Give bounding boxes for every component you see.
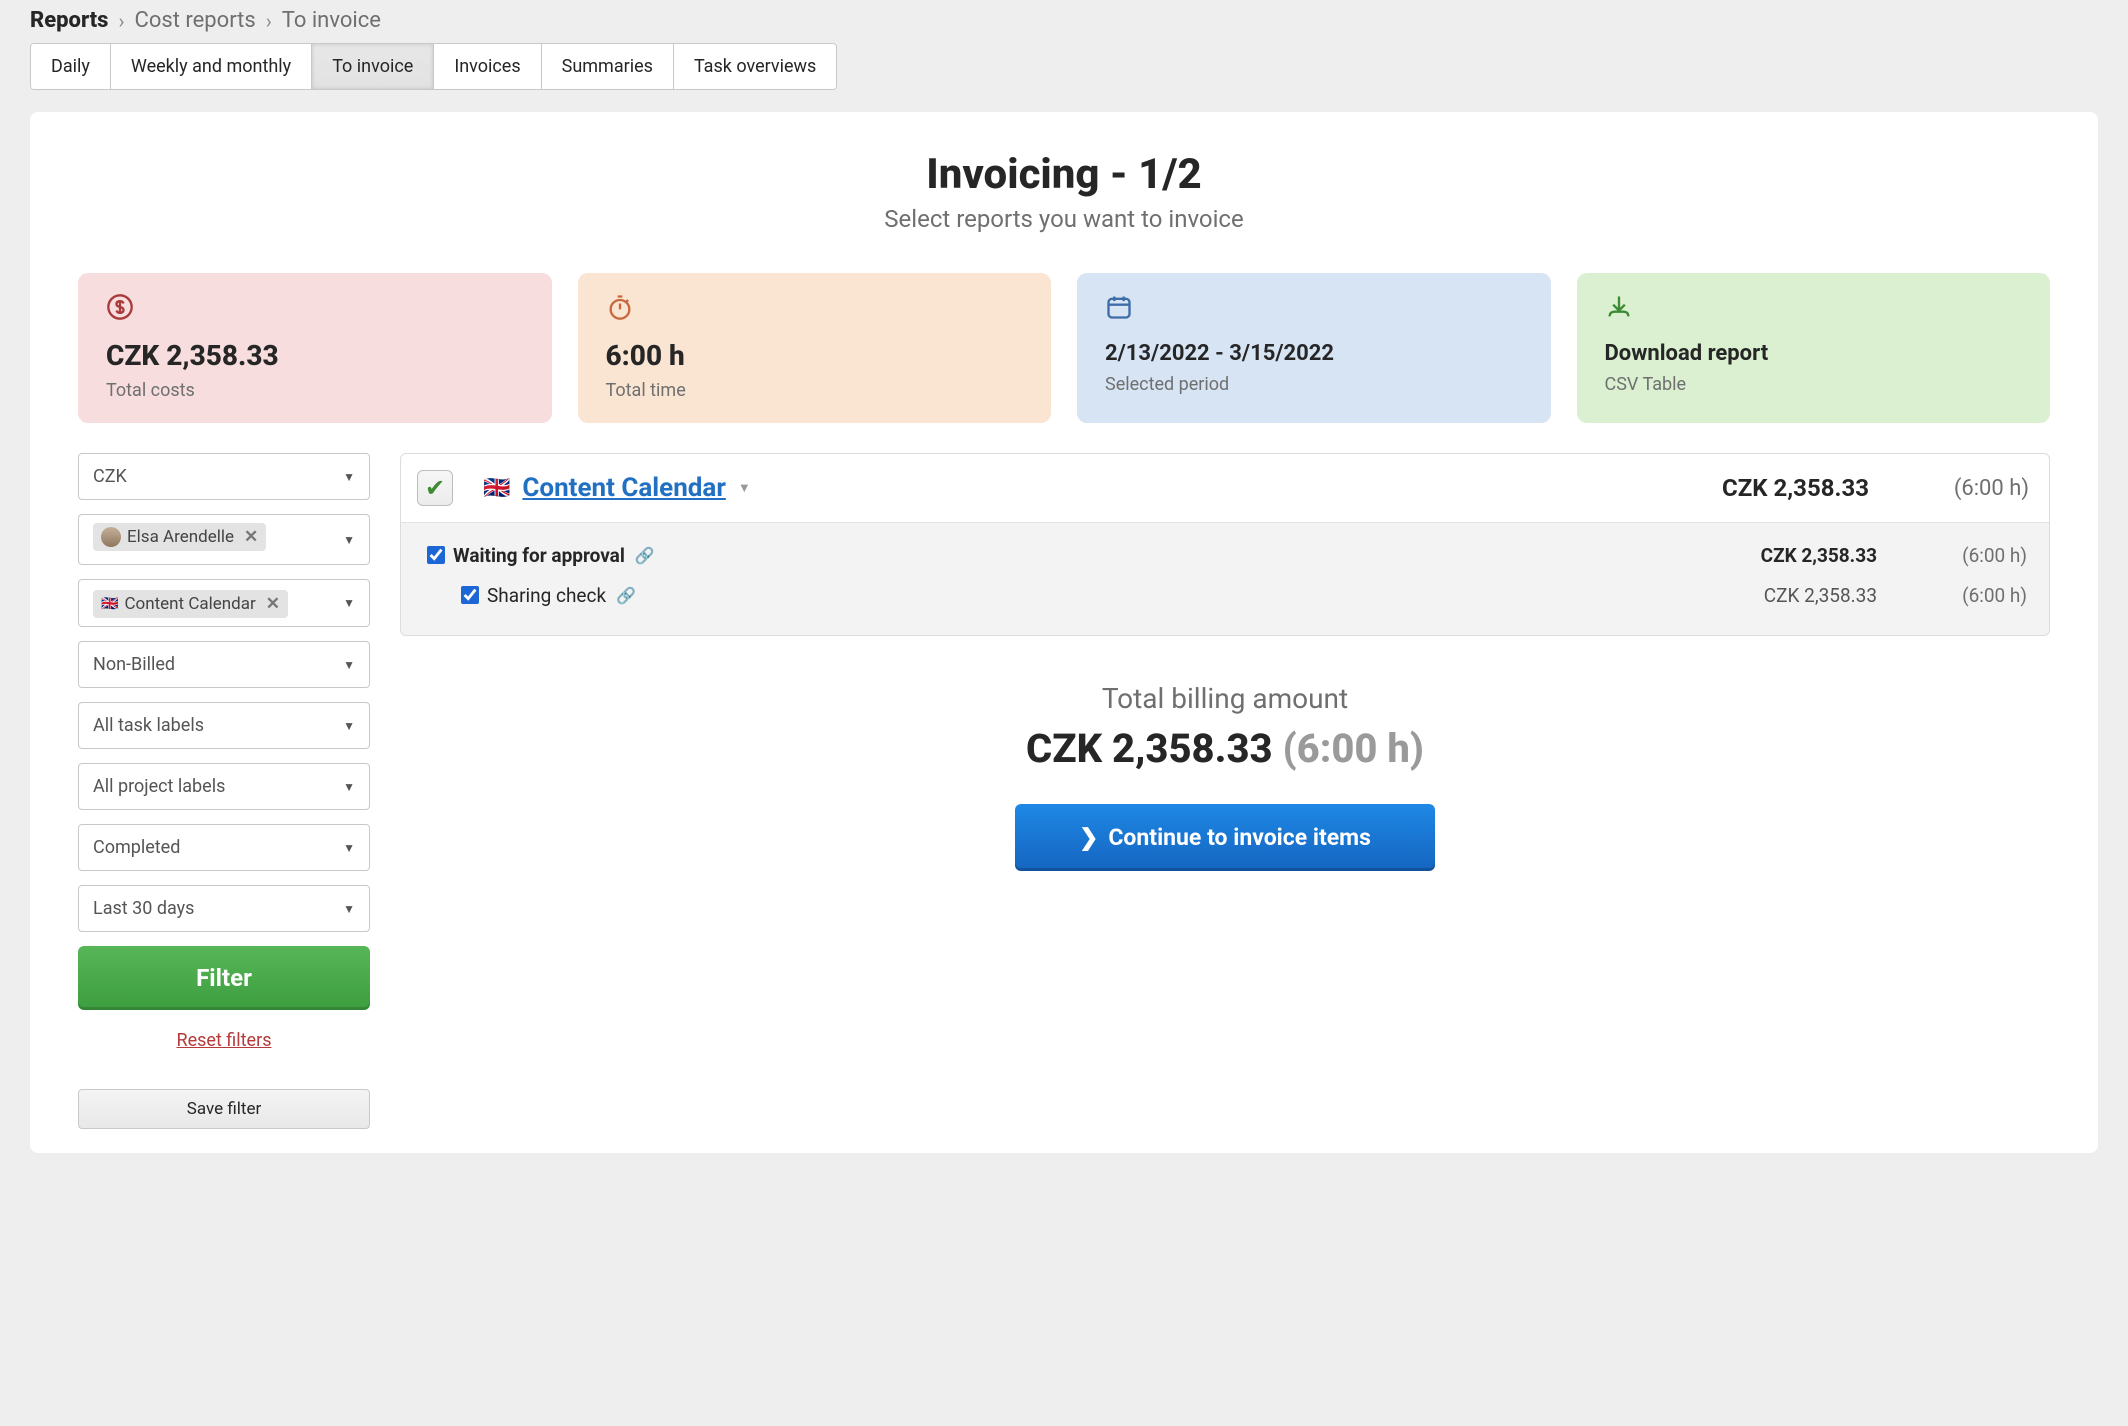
stopwatch-icon [606, 293, 1024, 325]
card-total-costs: CZK 2,358.33 Total costs [78, 273, 552, 423]
person-chip-label: Elsa Arendelle [127, 527, 234, 547]
chevron-down-icon: ▼ [343, 780, 355, 794]
task-time: (6:00 h) [1877, 544, 2027, 567]
tab-weekly-monthly[interactable]: Weekly and monthly [111, 44, 312, 89]
task-row: Sharing check 🔗 CZK 2,358.33 (6:00 h) [423, 575, 2027, 615]
breadcrumb-root[interactable]: Reports [30, 8, 108, 33]
chevron-down-icon: ▼ [343, 719, 355, 733]
tab-task-overviews[interactable]: Task overviews [674, 44, 836, 89]
page-title: Invoicing - 1/2 [78, 150, 2050, 199]
total-costs-label: Total costs [106, 380, 524, 401]
selected-period-value: 2/13/2022 - 3/15/2022 [1105, 341, 1523, 366]
chevron-down-icon[interactable]: ▼ [738, 480, 751, 496]
chevron-down-icon: ▼ [343, 596, 355, 610]
billed-value: Non-Billed [93, 654, 175, 675]
continue-button[interactable]: ❯ Continue to invoice items [1015, 804, 1435, 871]
tab-daily[interactable]: Daily [31, 44, 111, 89]
task-amount: CZK 2,358.33 [1711, 584, 1877, 607]
remove-chip-icon[interactable]: ✕ [240, 527, 258, 547]
chevron-down-icon: ▼ [343, 533, 355, 547]
project-time: (6:00 h) [1879, 476, 2029, 501]
download-report-sub: CSV Table [1605, 374, 2023, 395]
total-time-label: Total time [606, 380, 1024, 401]
total-label: Total billing amount [400, 682, 2050, 715]
status-select[interactable]: Completed ▼ [78, 824, 370, 871]
breadcrumb-last: To invoice [282, 8, 381, 33]
chevron-down-icon: ▼ [343, 902, 355, 916]
page-subtitle: Select reports you want to invoice [78, 205, 2050, 233]
project-link[interactable]: Content Calendar [522, 473, 725, 503]
download-report-title: Download report [1605, 341, 2023, 366]
total-value: CZK 2,358.33 (6:00 h) [400, 725, 2050, 772]
breadcrumb: Reports › Cost reports › To invoice [30, 8, 2098, 33]
task-label: Waiting for approval 🔗 [453, 544, 1677, 567]
task-label: Sharing check 🔗 [487, 584, 1711, 607]
link-icon[interactable]: 🔗 [635, 546, 655, 565]
project-chip: 🇬🇧 Content Calendar ✕ [93, 590, 288, 618]
project-labels-value: All project labels [93, 776, 225, 797]
download-icon [1605, 293, 2023, 325]
calendar-icon [1105, 293, 1523, 325]
report-tabs: Daily Weekly and monthly To invoice Invo… [30, 43, 837, 90]
task-checkbox[interactable] [427, 546, 445, 564]
chevron-down-icon: ▼ [343, 658, 355, 672]
task-labels-select[interactable]: All task labels ▼ [78, 702, 370, 749]
total-time-value: 6:00 h [606, 339, 1024, 372]
save-filter-button[interactable]: Save filter [78, 1089, 370, 1129]
card-selected-period[interactable]: 2/13/2022 - 3/15/2022 Selected period [1077, 273, 1551, 423]
chevron-right-icon: › [266, 9, 272, 33]
card-download-report[interactable]: Download report CSV Table [1577, 273, 2051, 423]
person-chip: Elsa Arendelle ✕ [93, 523, 266, 551]
task-row: Waiting for approval 🔗 CZK 2,358.33 (6:0… [423, 535, 2027, 575]
project-checkbox[interactable]: ✔ [417, 470, 453, 506]
chevron-right-icon: ❯ [1079, 824, 1098, 851]
project-labels-select[interactable]: All project labels ▼ [78, 763, 370, 810]
task-amount: CZK 2,358.33 [1677, 544, 1877, 567]
task-time: (6:00 h) [1877, 584, 2027, 607]
chevron-down-icon: ▼ [343, 841, 355, 855]
project-select[interactable]: 🇬🇧 Content Calendar ✕ ▼ [78, 579, 370, 627]
daterange-select[interactable]: Last 30 days ▼ [78, 885, 370, 932]
breadcrumb-mid[interactable]: Cost reports [135, 8, 256, 33]
card-total-time: 6:00 h Total time [578, 273, 1052, 423]
project-chip-label: Content Calendar [124, 594, 255, 614]
chevron-right-icon: › [118, 9, 124, 33]
currency-select[interactable]: CZK ▼ [78, 453, 370, 500]
remove-chip-icon[interactable]: ✕ [262, 594, 280, 614]
person-select[interactable]: Elsa Arendelle ✕ ▼ [78, 514, 370, 565]
tab-invoices[interactable]: Invoices [434, 44, 541, 89]
billed-select[interactable]: Non-Billed ▼ [78, 641, 370, 688]
project-name: 🇬🇧 Content Calendar ▼ [483, 473, 1659, 503]
chevron-down-icon: ▼ [343, 470, 355, 484]
task-labels-value: All task labels [93, 715, 204, 736]
project-group: ✔ 🇬🇧 Content Calendar ▼ CZK 2,358.33 (6:… [400, 453, 2050, 636]
daterange-value: Last 30 days [93, 898, 194, 919]
tab-to-invoice[interactable]: To invoice [312, 44, 434, 89]
filter-button[interactable]: Filter [78, 946, 370, 1010]
flag-uk-icon: 🇬🇧 [101, 596, 118, 612]
currency-value: CZK [93, 466, 127, 487]
link-icon[interactable]: 🔗 [616, 586, 636, 605]
tab-summaries[interactable]: Summaries [542, 44, 674, 89]
total-costs-value: CZK 2,358.33 [106, 339, 524, 372]
dollar-icon [106, 293, 524, 325]
status-value: Completed [93, 837, 180, 858]
reset-filters-link[interactable]: Reset filters [78, 1024, 370, 1057]
flag-uk-icon: 🇬🇧 [483, 476, 510, 501]
task-checkbox[interactable] [461, 586, 479, 604]
avatar-icon [101, 527, 121, 547]
project-amount: CZK 2,358.33 [1669, 474, 1869, 502]
selected-period-label: Selected period [1105, 374, 1523, 395]
